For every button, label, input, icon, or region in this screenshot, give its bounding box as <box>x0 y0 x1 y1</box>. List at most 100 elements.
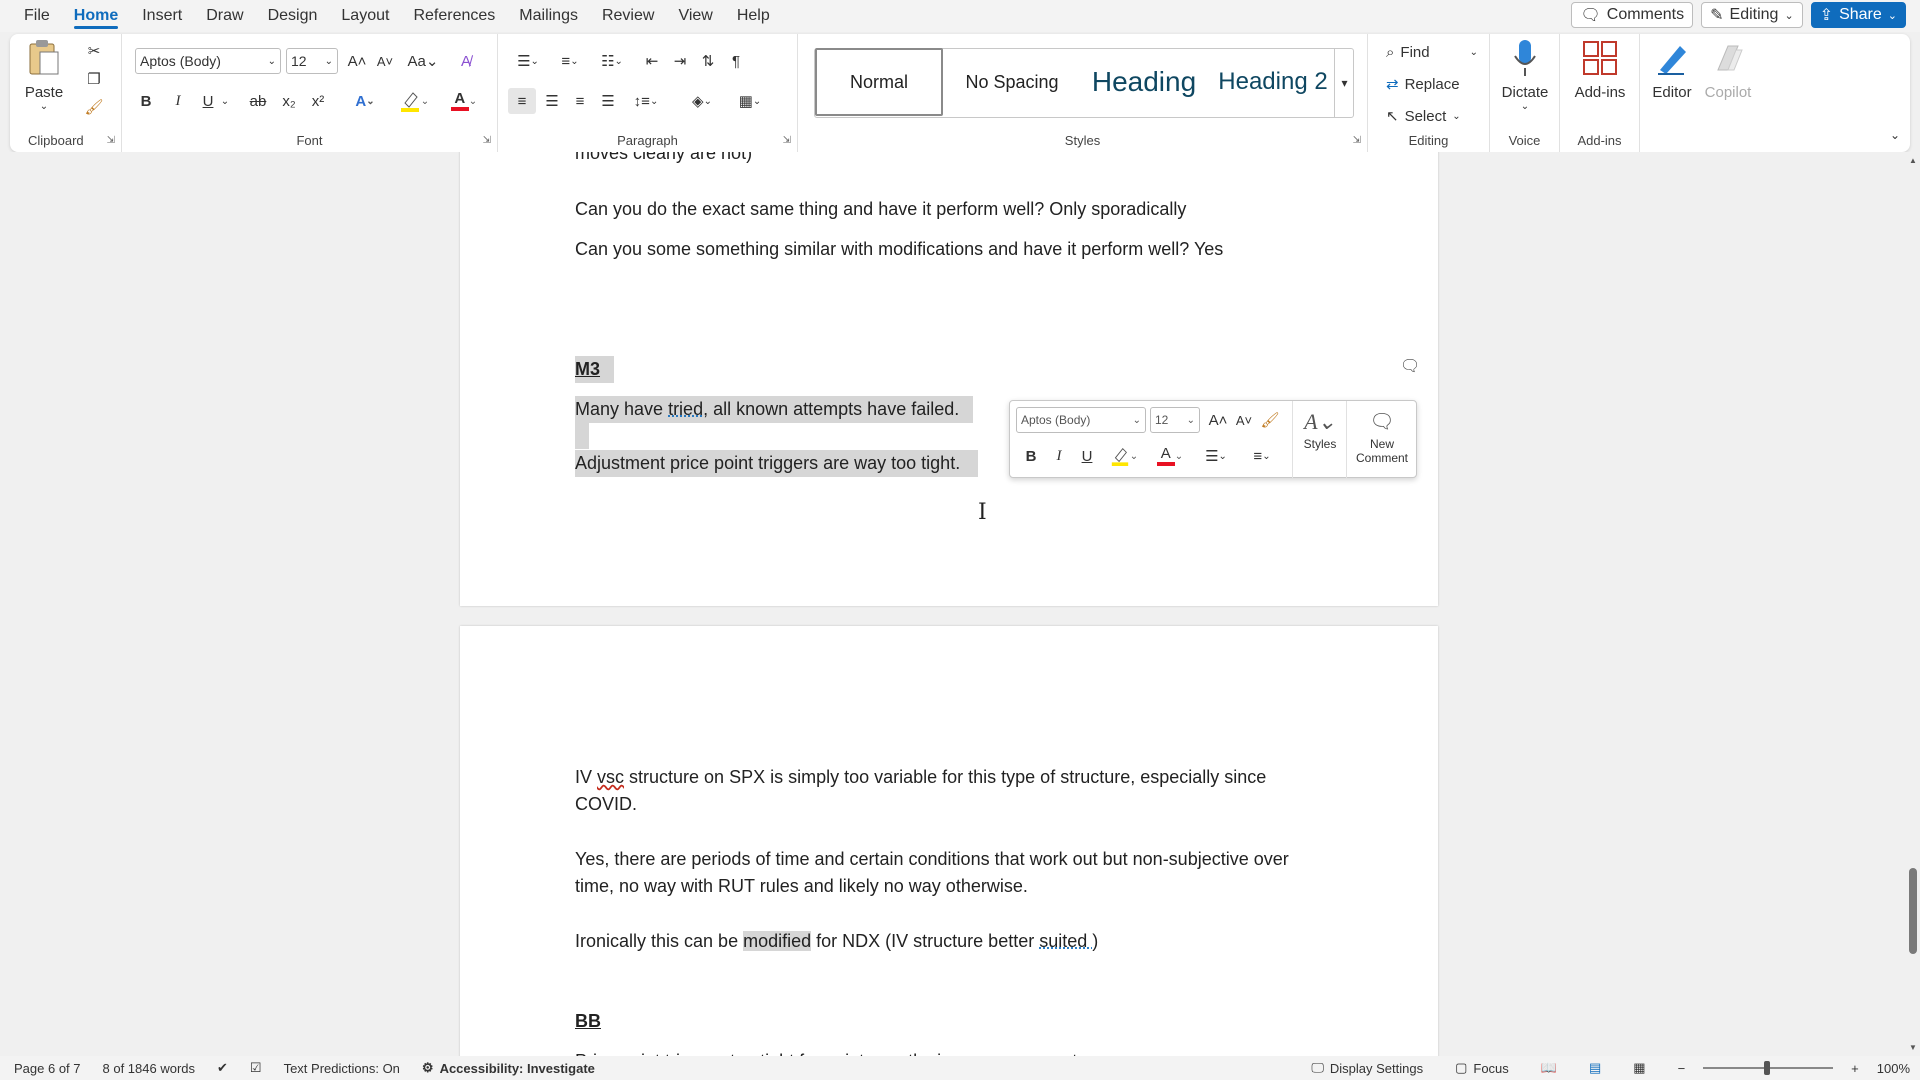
tab-insert[interactable]: Insert <box>130 0 194 32</box>
bullets-icon[interactable]: ☰ ⌄ <box>1196 443 1236 469</box>
style-normal[interactable]: Normal <box>815 48 943 116</box>
heading-bb[interactable]: BB <box>575 1008 601 1035</box>
mini-styles-button[interactable]: A⌄ Styles <box>1296 407 1344 451</box>
zoom-slider[interactable] <box>1703 1056 1834 1080</box>
zoom-thumb[interactable] <box>1764 1061 1771 1075</box>
style-no-spacing[interactable]: No Spacing <box>950 48 1074 116</box>
highlight-icon[interactable]: ⌄ <box>1104 443 1144 469</box>
show-formatting-icon[interactable]: ¶ <box>724 48 748 74</box>
tab-home[interactable]: Home <box>62 0 130 32</box>
tab-review[interactable]: Review <box>590 0 666 32</box>
share-button[interactable]: ⇪ Share ⌄ <box>1810 2 1906 28</box>
format-painter-icon[interactable]: 🖌 <box>82 96 106 118</box>
align-center-icon[interactable]: ☰ <box>540 88 564 114</box>
tab-layout[interactable]: Layout <box>329 0 401 32</box>
bullets-icon[interactable]: ☰ ⌄ <box>510 48 546 74</box>
addins-button[interactable]: Add-ins <box>1568 38 1632 101</box>
selected-paragraph[interactable]: Many have tried, all known attempts have… <box>575 396 974 423</box>
zoom-out-icon[interactable]: − <box>1678 1061 1686 1076</box>
selected-paragraph[interactable]: Adjustment price point triggers are way … <box>575 450 979 477</box>
heading-m3[interactable]: M3 <box>575 356 615 383</box>
zoom-in-icon[interactable]: + <box>1851 1061 1859 1076</box>
mini-font-size-combo[interactable]: 12 ⌄ <box>1150 407 1200 433</box>
mini-font-name-combo[interactable]: Aptos (Body) ⌄ <box>1016 407 1146 433</box>
paragraph[interactable]: Yes, there are periods of time and certa… <box>575 846 1289 873</box>
collapse-ribbon-icon[interactable]: ⌄ <box>1886 126 1904 144</box>
paragraph[interactable]: Can you do the exact same thing and have… <box>575 196 1186 223</box>
page-count[interactable]: Page 6 of 7 <box>14 1061 81 1076</box>
scrollbar-thumb[interactable] <box>1909 868 1917 954</box>
comment-marker-icon[interactable]: 🗨 <box>1400 356 1420 376</box>
numbering-icon[interactable]: ≡ ⌄ <box>552 48 588 74</box>
superscript-icon[interactable]: x² <box>306 88 330 114</box>
justify-icon[interactable]: ☰ <box>596 88 620 114</box>
bold-icon[interactable]: B <box>1020 443 1042 469</box>
scroll-down-icon[interactable]: ▼ <box>1909 1043 1917 1052</box>
tab-references[interactable]: References <box>401 0 507 32</box>
dialog-launcher-icon[interactable]: ⇲ <box>1353 135 1361 146</box>
font-size-combo[interactable]: 12 ⌄ <box>286 48 338 74</box>
comments-button[interactable]: 🗨 Comments <box>1571 2 1694 28</box>
accessibility-checker[interactable]: ⚙ Accessibility: Investigate <box>422 1060 595 1076</box>
editor-button[interactable]: Editor <box>1646 38 1698 101</box>
underline-icon[interactable]: U <box>1076 443 1098 469</box>
paragraph[interactable]: Can you some something similar with modi… <box>575 236 1223 263</box>
select-button[interactable]: ↖ Select ⌄ <box>1386 104 1478 128</box>
italic-icon[interactable]: I <box>1048 443 1070 469</box>
borders-icon[interactable]: ▦ ⌄ <box>730 88 770 114</box>
grow-font-icon[interactable]: A˄ <box>1206 407 1230 433</box>
word-count[interactable]: 8 of 1846 words <box>103 1061 196 1076</box>
text-effects-icon[interactable]: A ⌄ <box>346 88 384 114</box>
dialog-launcher-icon[interactable]: ⇲ <box>783 135 791 146</box>
paragraph[interactable]: IV vsc structure on SPX is simply too va… <box>575 764 1266 791</box>
align-right-icon[interactable]: ≡ <box>568 88 592 114</box>
styles-more-icon[interactable]: ▾ <box>1334 48 1354 118</box>
paragraph[interactable]: time, no way with RUT rules and likely n… <box>575 873 1028 900</box>
strikethrough-icon[interactable]: ab <box>246 88 270 114</box>
focus-mode-icon[interactable]: ☑ <box>250 1060 262 1076</box>
format-painter-icon[interactable]: 🖌 <box>1258 407 1282 433</box>
increase-indent-icon[interactable]: ⇥ <box>668 48 692 74</box>
tab-file[interactable]: File <box>0 0 62 32</box>
read-mode-icon[interactable]: 📖 <box>1541 1060 1557 1076</box>
font-color-icon[interactable]: A ⌄ <box>1150 443 1190 469</box>
new-comment-button[interactable]: 🗨 New Comment <box>1350 407 1414 465</box>
line-spacing-icon[interactable]: ↕≡ ⌄ <box>626 88 666 114</box>
web-layout-icon[interactable]: ▦ <box>1633 1060 1645 1076</box>
display-settings-button[interactable]: 🖵 Display Settings <box>1311 1060 1423 1076</box>
align-left-icon[interactable]: ≡ <box>508 88 536 114</box>
focus-button[interactable]: ▢ Focus <box>1455 1060 1509 1076</box>
paste-button[interactable]: Paste ⌄ <box>24 38 64 112</box>
tab-design[interactable]: Design <box>256 0 330 32</box>
multilevel-list-icon[interactable]: ☷ ⌄ <box>594 48 630 74</box>
font-name-combo[interactable]: Aptos (Body) ⌄ <box>135 48 281 74</box>
find-button[interactable]: ⌕ Find ⌄ <box>1386 40 1478 64</box>
highlight-icon[interactable]: ⌄ <box>394 88 434 114</box>
style-heading-2[interactable]: Heading 2 <box>1210 48 1336 116</box>
numbering-icon[interactable]: ≡ ⌄ <box>1242 443 1282 469</box>
dialog-launcher-icon[interactable]: ⇲ <box>107 135 115 146</box>
copilot-button[interactable]: Copilot <box>1700 38 1756 101</box>
subscript-icon[interactable]: x₂ <box>277 88 301 114</box>
tab-help[interactable]: Help <box>725 0 782 32</box>
cut-icon[interactable]: ✂ <box>82 40 106 62</box>
tab-draw[interactable]: Draw <box>194 0 255 32</box>
dialog-launcher-icon[interactable]: ⇲ <box>483 135 491 146</box>
copy-icon[interactable]: ❐ <box>82 68 106 90</box>
decrease-indent-icon[interactable]: ⇤ <box>640 48 664 74</box>
clear-formatting-icon[interactable]: A̸ <box>452 48 480 74</box>
proofing-icon[interactable]: ✔ <box>217 1060 228 1076</box>
chevron-down-icon[interactable]: ⌄ <box>218 88 232 114</box>
sort-icon[interactable]: ⇅ <box>696 48 720 74</box>
shading-icon[interactable]: ◈ ⌄ <box>682 88 722 114</box>
font-color-icon[interactable]: A ⌄ <box>444 88 484 114</box>
vertical-scrollbar[interactable]: ▲ ▼ <box>1906 152 1920 1056</box>
replace-button[interactable]: ⇄ Replace <box>1386 72 1478 96</box>
style-heading-1[interactable]: Heading <box>1078 48 1210 116</box>
bold-icon[interactable]: B <box>134 88 158 114</box>
document-canvas[interactable]: moves clearly are not) Can you do the ex… <box>0 152 1906 1056</box>
dictate-button[interactable]: Dictate ⌄ <box>1496 38 1554 112</box>
zoom-level[interactable]: 100% <box>1877 1061 1910 1076</box>
editing-mode-button[interactable]: ✎ Editing ⌄ <box>1701 2 1803 28</box>
change-case-icon[interactable]: Aa⌄ <box>404 48 442 74</box>
